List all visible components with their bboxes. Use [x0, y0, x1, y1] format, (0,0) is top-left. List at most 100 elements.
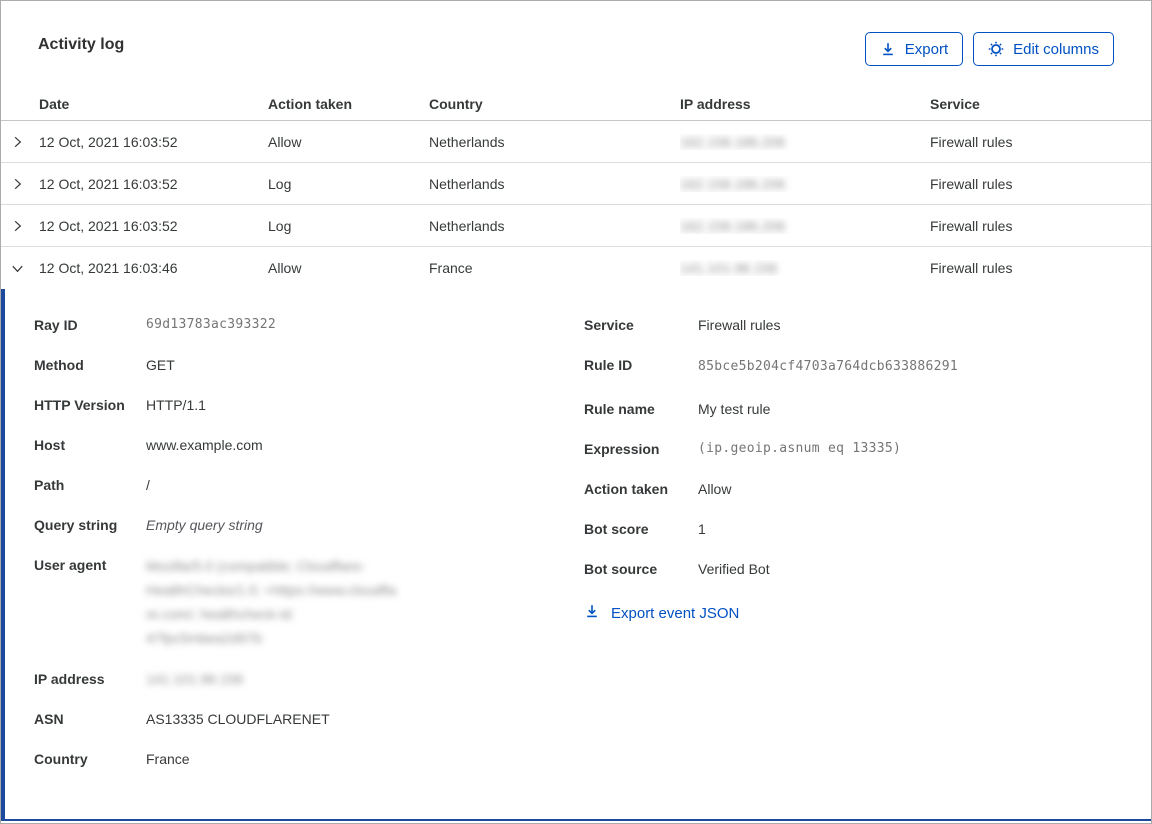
chevron-right-icon[interactable] [1, 218, 39, 233]
detail-field-country: Country France [34, 748, 584, 770]
row-ip-address-redacted: 162.158.186.206 [680, 133, 786, 150]
download-icon [880, 41, 896, 57]
gear-icon [988, 41, 1004, 57]
field-value: (ip.geoip.asnum eq 13335) [698, 441, 902, 456]
row-country: Netherlands [429, 217, 505, 234]
field-label: Country [34, 751, 88, 767]
detail-field-action-taken: Action taken Allow [584, 478, 1121, 500]
page-title: Activity log [38, 36, 125, 53]
field-value: www.example.com [146, 437, 263, 453]
table-row[interactable]: 12 Oct, 2021 16:03:52 Log Netherlands 16… [1, 163, 1151, 205]
chevron-right-icon[interactable] [1, 176, 39, 191]
field-value: AS13335 CLOUDFLARENET [146, 711, 330, 727]
field-label: ASN [34, 711, 64, 727]
field-label: Rule name [584, 401, 655, 417]
field-value: Verified Bot [698, 561, 770, 577]
table-row[interactable]: 12 Oct, 2021 16:03:52 Allow Netherlands … [1, 121, 1151, 163]
detail-field-rule-name: Rule name My test rule [584, 398, 1121, 420]
detail-field-expression: Expression (ip.geoip.asnum eq 13335) [584, 438, 1121, 460]
detail-field-ip-address: IP address 141.101.96.156 [34, 668, 584, 690]
field-value: Allow [698, 481, 732, 497]
row-service: Firewall rules [930, 260, 1013, 276]
field-label: Expression [584, 441, 660, 457]
header: Activity log Export Edit columns [1, 1, 1151, 87]
table-row-expanded[interactable]: 12 Oct, 2021 16:03:46 Allow France 141.1… [1, 247, 1151, 289]
column-header-action-taken: Action taken [268, 95, 353, 112]
column-header-country: Country [429, 95, 483, 112]
row-ip-address-redacted: 141.101.96.156 [680, 260, 778, 276]
export-event-json-label: Export event JSON [611, 604, 740, 622]
field-value: GET [146, 357, 175, 373]
field-value: Firewall rules [698, 317, 781, 333]
row-date: 12 Oct, 2021 16:03:52 [39, 175, 178, 192]
export-button-label: Export [904, 40, 949, 58]
chevron-right-icon[interactable] [1, 134, 39, 149]
toolbar: Export Edit columns [864, 32, 1114, 66]
detail-field-method: Method GET [34, 354, 584, 376]
detail-right-column: Service Firewall rules Rule ID 85bce5b20… [584, 314, 1121, 624]
field-label: User agent [34, 557, 107, 573]
field-value-redacted: 141.101.96.156 [146, 671, 244, 687]
field-label: HTTP Version [34, 397, 125, 413]
field-value: / [146, 477, 150, 493]
row-service: Firewall rules [930, 133, 1013, 150]
detail-left-column: Ray ID 69d13783ac393322 Method GET HTTP … [34, 314, 584, 788]
row-service: Firewall rules [930, 217, 1013, 234]
field-label: Bot source [584, 561, 658, 577]
column-header-service: Service [930, 95, 980, 112]
row-date: 12 Oct, 2021 16:03:46 [39, 260, 178, 276]
row-action-taken: Allow [268, 133, 302, 150]
field-label: Ray ID [34, 317, 78, 333]
field-value: 69d13783ac393322 [146, 317, 277, 332]
row-ip-address-redacted: 162.158.186.206 [680, 217, 786, 234]
table-row[interactable]: 12 Oct, 2021 16:03:52 Log Netherlands 16… [1, 205, 1151, 247]
detail-field-bot-score: Bot score 1 [584, 518, 1121, 540]
chevron-down-icon[interactable] [1, 261, 39, 276]
detail-field-http-version: HTTP Version HTTP/1.1 [34, 394, 584, 416]
download-icon [584, 603, 600, 623]
edit-columns-button[interactable]: Edit columns [973, 32, 1114, 66]
field-value: France [146, 751, 190, 767]
field-value: 85bce5b204cf4703a764dcb633886291 [698, 359, 959, 374]
detail-field-user-agent: User agent Mozilla/5.0 (compatible; Clou… [34, 554, 584, 650]
detail-field-host: Host www.example.com [34, 434, 584, 456]
field-label: IP address [34, 671, 105, 687]
detail-field-path: Path / [34, 474, 584, 496]
field-value-redacted: Mozilla/5.0 (compatible; Cloudflare- Hea… [146, 558, 397, 646]
field-label: Rule ID [584, 357, 633, 373]
detail-field-bot-source: Bot source Verified Bot [584, 558, 1121, 580]
field-label: Path [34, 477, 65, 493]
row-country: France [429, 260, 473, 276]
field-label: Bot score [584, 521, 649, 537]
export-button[interactable]: Export [864, 32, 964, 66]
row-action-taken: Allow [268, 260, 302, 276]
row-date: 12 Oct, 2021 16:03:52 [39, 133, 178, 150]
edit-columns-button-label: Edit columns [1013, 40, 1099, 58]
detail-field-query-string: Query string Empty query string [34, 514, 584, 536]
field-value: My test rule [698, 401, 771, 417]
field-value: Empty query string [146, 517, 263, 533]
field-value: 1 [698, 521, 706, 537]
row-country: Netherlands [429, 133, 505, 150]
field-label: Host [34, 437, 66, 453]
field-value: HTTP/1.1 [146, 397, 206, 413]
row-ip-address-redacted: 162.158.186.206 [680, 175, 786, 192]
row-date: 12 Oct, 2021 16:03:52 [39, 217, 178, 234]
export-event-json-link[interactable]: Export event JSON [584, 603, 739, 623]
row-service: Firewall rules [930, 175, 1013, 192]
field-label: Query string [34, 517, 118, 533]
row-action-taken: Log [268, 175, 292, 192]
field-label: Method [34, 357, 84, 373]
detail-field-asn: ASN AS13335 CLOUDFLARENET [34, 708, 584, 730]
field-label: Service [584, 317, 634, 333]
row-country: Netherlands [429, 175, 505, 192]
detail-field-service: Service Firewall rules [584, 314, 1121, 336]
field-label: Action taken [584, 481, 669, 497]
table-header: Date Action taken Country IP address Ser… [1, 87, 1151, 121]
detail-field-ray-id: Ray ID 69d13783ac393322 [34, 314, 584, 336]
column-header-date: Date [39, 95, 70, 112]
activity-log-panel: Activity log Export Edit columns Date Ac… [0, 0, 1152, 824]
event-detail-panel: Ray ID 69d13783ac393322 Method GET HTTP … [1, 289, 1151, 821]
detail-field-rule-id: Rule ID 85bce5b204cf4703a764dcb633886291 [584, 354, 1121, 380]
row-action-taken: Log [268, 217, 292, 234]
